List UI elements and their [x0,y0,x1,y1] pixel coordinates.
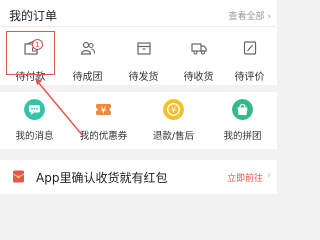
service-label: 退款/售后 [152,131,195,142]
service-label: 我的拼团 [223,131,262,142]
services-card: 我的消息 ¥ 我的优惠券 ¥ 退款/售后 我的拼团 [0,92,277,149]
go-now-link[interactable]: 立即前往 [227,171,263,184]
svg-text:¥: ¥ [171,106,176,115]
chevron-right-icon: › [267,170,271,181]
service-refunds[interactable]: ¥ 退款/售后 [139,92,208,149]
group-icon [80,41,95,55]
orders-header[interactable]: 我的订单 查看全部 › [0,0,277,26]
order-item-label: 待成团 [72,72,103,83]
service-group-buys[interactable]: 我的拼团 [208,92,277,149]
red-envelope-icon [12,170,25,183]
highlight-box [6,31,55,75]
service-label: 我的优惠券 [79,131,128,142]
service-coupons[interactable]: ¥ 我的优惠券 [69,92,138,149]
message-icon [24,99,45,120]
order-pending-shipment[interactable]: 待发货 [116,26,171,84]
order-pending-receipt[interactable]: 待收货 [171,26,226,84]
svg-text:¥: ¥ [101,106,107,116]
refund-icon: ¥ [163,99,184,120]
order-item-label: 待评价 [234,72,265,83]
review-icon [243,41,256,55]
order-pending-group[interactable]: 待成团 [60,26,115,84]
orders-card: 我的订单 查看全部 › 待付款 待成团 待发货 待收货 待评价 1 [0,0,277,85]
promo-text: App里确认收货就有红包 [36,171,168,185]
coupon-icon: ¥ [94,104,113,116]
service-messages[interactable]: 我的消息 [0,92,69,149]
group-buy-icon [232,99,253,120]
pending-payment-badge: 1 [32,39,43,50]
order-item-label: 待收货 [183,72,214,83]
order-item-label: 待发货 [128,72,159,83]
box-icon [136,42,151,55]
view-all-link[interactable]: 查看全部 › [229,9,272,22]
order-pending-review[interactable]: 待评价 [222,26,277,84]
orders-title: 我的订单 [9,9,58,23]
chevron-right-icon: › [267,12,271,22]
view-all-label: 查看全部 [228,12,265,22]
promo-banner[interactable]: App里确认收货就有红包 立即前往 › [0,160,277,194]
service-label: 我的消息 [15,131,54,142]
truck-icon [190,43,207,55]
